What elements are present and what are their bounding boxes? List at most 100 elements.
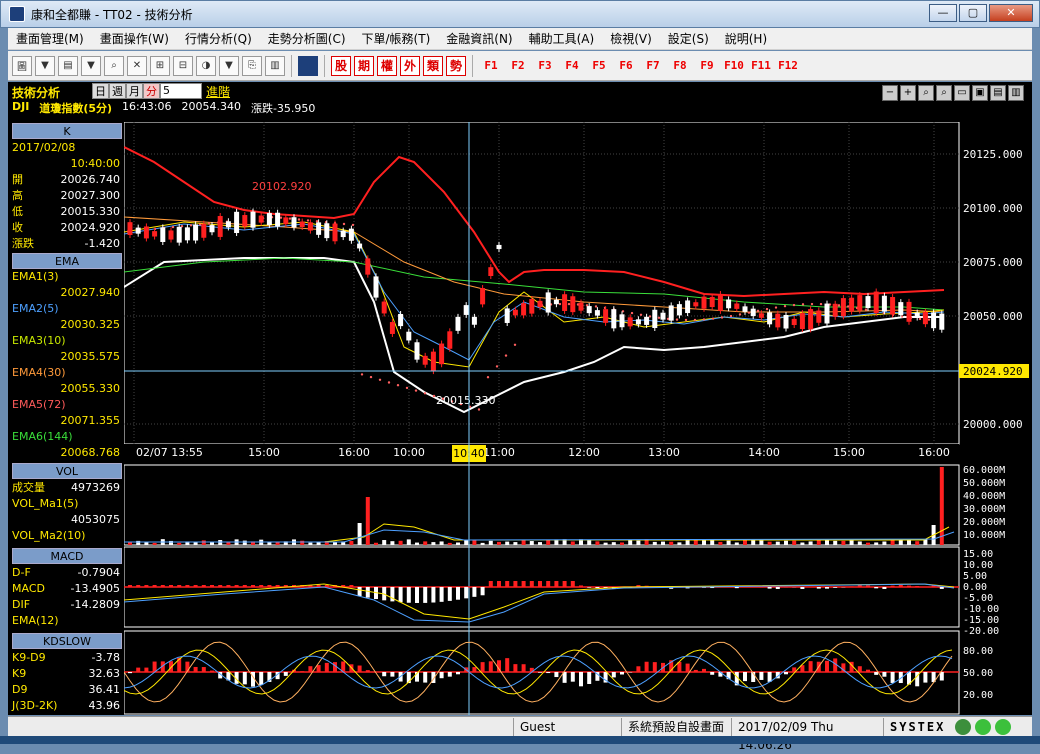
market-button-3[interactable]: 外 [400,56,420,76]
maximize-button[interactable]: ▢ [959,4,987,22]
kd-bar [784,672,788,674]
minimize-button[interactable]: — [929,4,957,22]
kd-bar [513,664,517,672]
volume-bar [267,542,271,545]
candle-body [825,304,830,324]
toolbar-icon-10[interactable]: ⎘ [242,56,262,76]
fkey-f3[interactable]: F3 [533,59,557,72]
fkey-f4[interactable]: F4 [560,59,584,72]
market-button-5[interactable]: 勢 [446,56,466,76]
indicator-value: 20055.330 [12,381,120,397]
fkey-f10[interactable]: F10 [722,59,746,72]
menu-item-5[interactable]: 金融資訊(N) [438,30,520,47]
sar-dot [865,308,867,310]
period-0[interactable]: 日 [92,83,109,99]
indicator-label: 漲跌 [12,235,34,251]
ema-panel-head[interactable]: EMA [12,253,122,269]
k-panel-head[interactable]: K [12,123,122,139]
menu-item-2[interactable]: 行情分析(Q) [177,30,260,47]
menu-item-3[interactable]: 走勢分析圖(C) [260,30,354,47]
toolbar-icon-4[interactable]: ⌕ [104,56,124,76]
candle-body [193,224,198,240]
chart-tool-3[interactable]: ⌕ [936,85,952,101]
chart-area[interactable]: 20125.00020100.00020075.00020050.0002000… [124,122,1032,715]
candle-body [333,224,338,242]
price-tick: 20100.000 [963,202,1023,215]
market-button-2[interactable]: 權 [377,56,397,76]
macd-bar [194,585,198,587]
volume-bar [522,540,526,545]
toolbar-icon-8[interactable]: ◑ [196,56,216,76]
chart-tool-7[interactable]: ▥ [1008,85,1024,101]
macd-bar [423,587,427,603]
macd-bar [399,587,403,602]
logo-icon[interactable] [298,56,318,76]
status-user: Guest [513,718,621,736]
toolbar-icon-3[interactable]: ▼ [81,56,101,76]
sar-dot [289,217,291,219]
chart-tool-1[interactable]: + [900,85,916,101]
menu-item-9[interactable]: 說明(H) [717,30,775,47]
sar-dot [712,317,714,319]
vol-panel-head[interactable]: VOL [12,463,122,479]
chart-tool-2[interactable]: ⌕ [918,85,934,101]
chart-tool-6[interactable]: ▤ [990,85,1006,101]
period-2[interactable]: 月 [126,83,143,99]
candle-body [300,222,305,227]
fkey-f11[interactable]: F11 [749,59,773,72]
market-button-0[interactable]: 股 [331,56,351,76]
volume-bar [505,542,509,545]
close-button[interactable]: ✕ [989,4,1033,22]
kd-bar [768,672,772,682]
toolbar-icon-7[interactable]: ⊟ [173,56,193,76]
market-button-4[interactable]: 類 [423,56,443,76]
kd-bar [923,672,927,683]
chart-tool-0[interactable]: − [882,85,898,101]
indicator-row: VOL_Ma1(5) [12,495,122,511]
fkey-f9[interactable]: F9 [695,59,719,72]
price-tick: 20050.000 [963,310,1023,323]
volume-bar [940,467,944,545]
market-button-1[interactable]: 期 [354,56,374,76]
menu-item-0[interactable]: 畫面管理(M) [8,30,92,47]
toolbar-icon-5[interactable]: ✕ [127,56,147,76]
chart-tool-5[interactable]: ▣ [972,85,988,101]
toolbar-icon-11[interactable]: ▥ [265,56,285,76]
toolbar-icon-1[interactable]: ▼ [35,56,55,76]
advanced-link[interactable]: 進階 [206,83,230,100]
interval-select[interactable]: 5 [160,83,202,99]
fkey-f8[interactable]: F8 [668,59,692,72]
volume-bar [366,497,370,545]
toolbar-icon-9[interactable]: ▼ [219,56,239,76]
bollinger-lower [124,258,944,412]
toolbar-icon-2[interactable]: ▤ [58,56,78,76]
volume-bar [759,541,763,545]
k-time: 10:40:00 [71,157,120,170]
menu-item-6[interactable]: 輔助工具(A) [521,30,603,47]
candle-body [308,222,313,230]
indicator-row: 開20026.740 [12,171,122,187]
indicator-label: K9 [12,667,26,680]
fkey-f1[interactable]: F1 [479,59,503,72]
toolbar-icon-0[interactable]: 圖 [12,56,32,76]
period-1[interactable]: 週 [109,83,126,99]
fkey-f2[interactable]: F2 [506,59,530,72]
menu-item-4[interactable]: 下單/帳務(T) [354,30,439,47]
fkey-f12[interactable]: F12 [776,59,800,72]
candle-body [292,217,297,227]
period-3[interactable]: 分 [143,83,160,99]
sar-dot [676,318,678,320]
sar-dot [190,224,192,226]
fkey-f7[interactable]: F7 [641,59,665,72]
menu-item-8[interactable]: 設定(S) [660,30,717,47]
kd-panel-head[interactable]: KDSLOW [12,633,122,649]
menu-item-1[interactable]: 畫面操作(W) [92,30,177,47]
chart-tool-4[interactable]: ▭ [954,85,970,101]
macd-tick: 10.00 [963,560,993,571]
menu-item-7[interactable]: 檢視(V) [602,30,660,47]
toolbar-icon-6[interactable]: ⊞ [150,56,170,76]
fkey-f5[interactable]: F5 [587,59,611,72]
fkey-f6[interactable]: F6 [614,59,638,72]
kd-bar [636,666,640,672]
macd-panel-head[interactable]: MACD [12,548,122,564]
